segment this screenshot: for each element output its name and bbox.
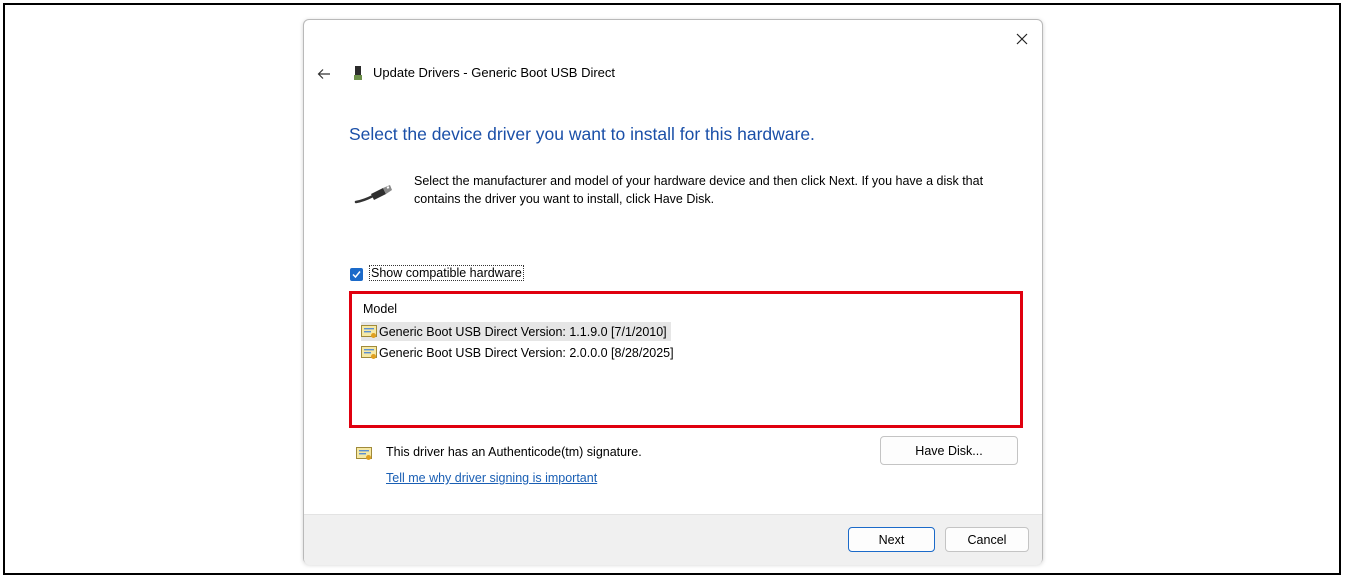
window-title: Update Drivers - Generic Boot USB Direct xyxy=(373,65,616,80)
model-item-label: Generic Boot USB Direct Version: 1.1.9.0… xyxy=(379,324,667,339)
model-list-item[interactable]: Generic Boot USB Direct Version: 1.1.9.0… xyxy=(361,322,671,341)
cancel-button[interactable]: Cancel xyxy=(945,527,1029,552)
have-disk-button[interactable]: Have Disk... xyxy=(880,436,1018,465)
usb-cable-icon xyxy=(354,185,392,204)
checkmark-icon xyxy=(352,271,361,279)
show-compatible-label[interactable]: Show compatible hardware xyxy=(369,265,524,281)
back-button[interactable] xyxy=(312,62,336,86)
usb-device-icon xyxy=(354,66,362,80)
next-button[interactable]: Next xyxy=(848,527,935,552)
model-list-item[interactable]: Generic Boot USB Direct Version: 2.0.0.0… xyxy=(361,343,678,362)
certificate-icon xyxy=(361,324,377,338)
model-item-label: Generic Boot USB Direct Version: 2.0.0.0… xyxy=(379,345,674,360)
certificate-icon xyxy=(356,447,372,460)
certificate-icon xyxy=(361,345,377,359)
close-button[interactable] xyxy=(1008,26,1036,52)
model-column-header: Model xyxy=(363,302,398,316)
show-compatible-checkbox[interactable] xyxy=(350,268,363,281)
back-arrow-icon xyxy=(317,69,330,79)
driver-signing-link[interactable]: Tell me why driver signing is important xyxy=(386,471,597,485)
update-drivers-dialog: Update Drivers - Generic Boot USB Direct… xyxy=(303,19,1043,565)
model-list: Model Generic Boot USB Direct Version: 1… xyxy=(349,291,1023,428)
instructions-text: Select the manufacturer and model of you… xyxy=(414,174,984,206)
signature-status-text: This driver has an Authenticode(tm) sign… xyxy=(386,445,642,459)
page-heading: Select the device driver you want to ins… xyxy=(349,124,815,144)
close-icon xyxy=(1016,33,1028,45)
dialog-footer: Next Cancel xyxy=(304,514,1042,565)
